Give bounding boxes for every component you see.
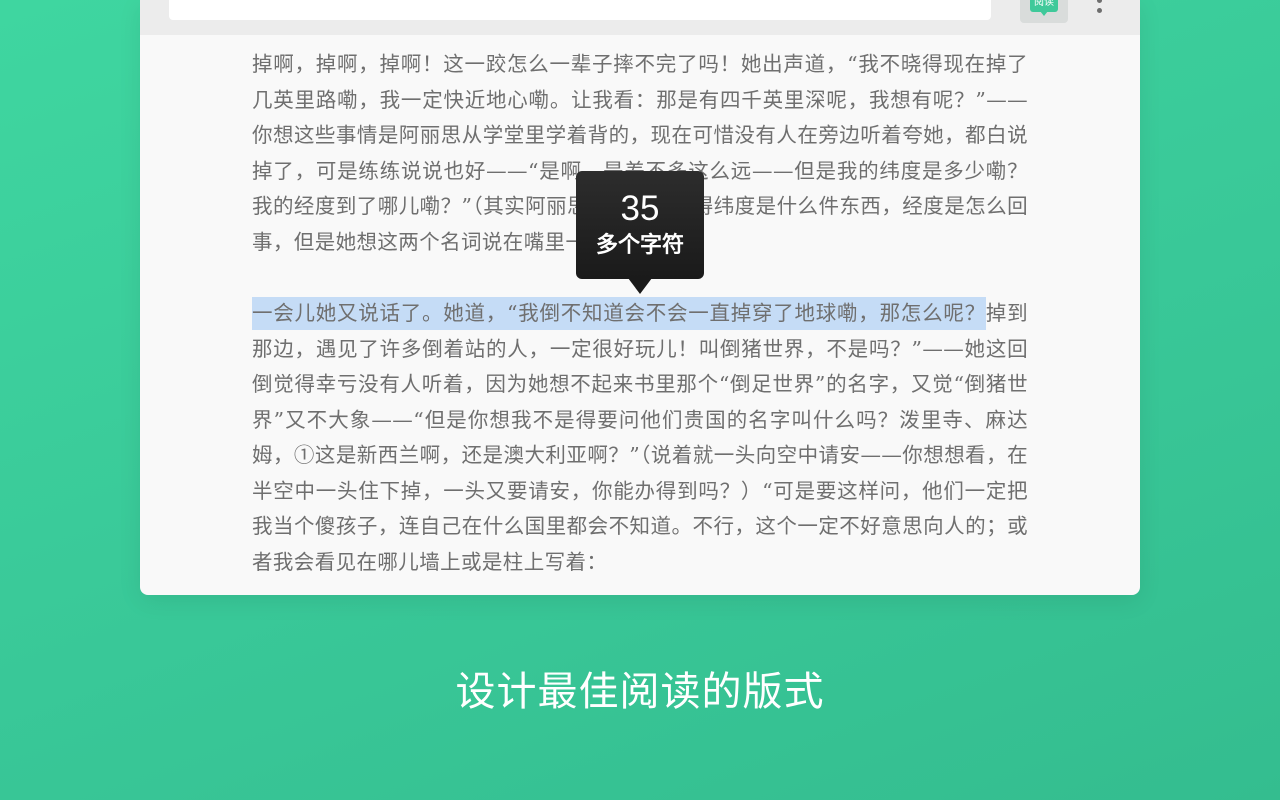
selected-text[interactable]: 一会儿她又说话了。她道，“我倒不知道会不会一直掉穿了地球嘞，那怎么呢？: [252, 297, 986, 330]
browser-window: 阅读 掉啊，掉啊，掉啊！这一跤怎么一辈子摔不完了吗！她出声道，“我不晓得现在掉了…: [140, 0, 1140, 595]
reader-badge-icon: 阅读: [1030, 0, 1058, 16]
character-count-label: 多个字符: [595, 233, 684, 258]
reader-extension-button[interactable]: 阅读: [1020, 0, 1068, 23]
browser-toolbar: 阅读: [140, 0, 1140, 35]
article-content: 掉啊，掉啊，掉啊！这一跤怎么一辈子摔不完了吗！她出声道，“我不晓得现在掉了几英里…: [252, 47, 1028, 580]
promo-tagline: 设计最佳阅读的版式: [455, 669, 825, 715]
paragraph-text: 掉到那边，遇见了许多倒着站的人，一定很好玩儿！叫倒猪世界，不是吗？”——她这回倒…: [252, 301, 1028, 574]
address-bar[interactable]: [169, 0, 991, 20]
character-count-tooltip: 35 多个字符: [576, 171, 704, 294]
more-vertical-icon[interactable]: [1090, 0, 1110, 24]
article-paragraph: 一会儿她又说话了。她道，“我倒不知道会不会一直掉穿了地球嘞，那怎么呢？掉到那边，…: [252, 296, 1028, 580]
character-count: 35: [620, 189, 660, 228]
